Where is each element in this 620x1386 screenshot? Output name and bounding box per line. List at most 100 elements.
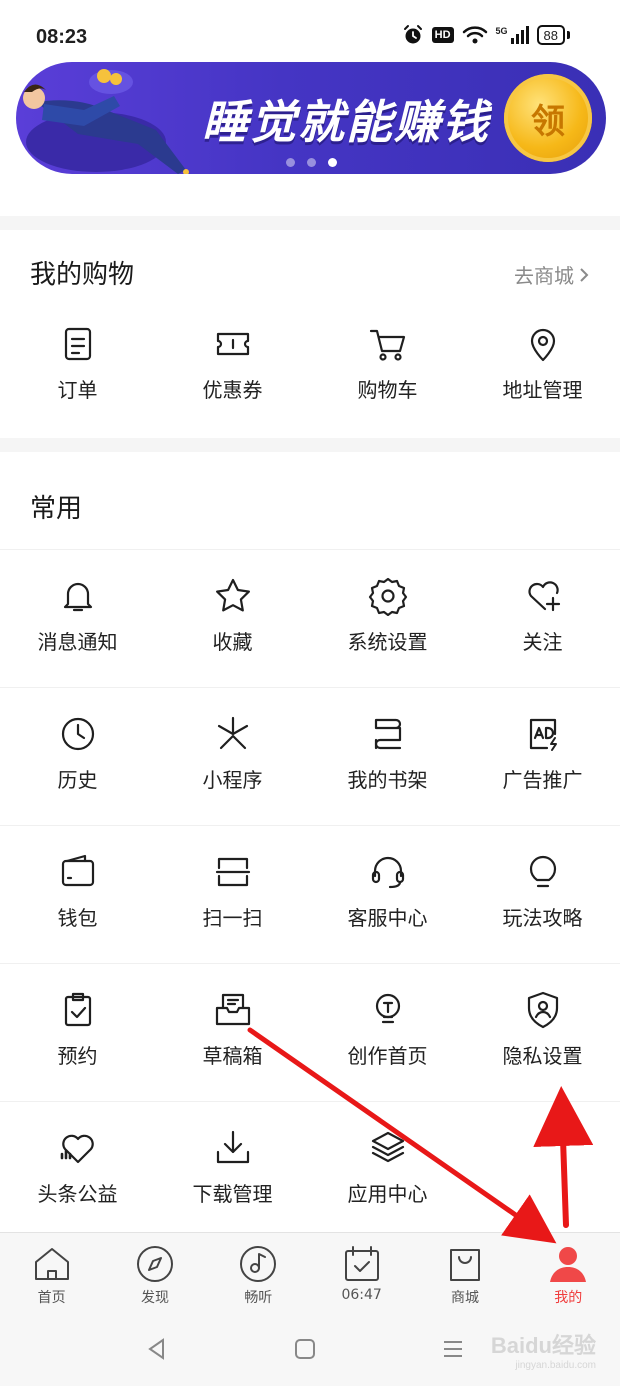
status-icons: HD 5G 88 bbox=[402, 24, 570, 46]
layers-icon bbox=[371, 1131, 404, 1163]
wallet-icon bbox=[61, 854, 94, 887]
tab-discover[interactable]: 发现 bbox=[103, 1233, 206, 1316]
order-icon bbox=[64, 327, 91, 361]
nav-home-button[interactable] bbox=[290, 1334, 320, 1364]
common-item-label: 小程序 bbox=[202, 768, 263, 792]
clipboard-check-icon bbox=[64, 992, 91, 1027]
shop-item-cart[interactable]: 购物车 bbox=[310, 300, 465, 420]
headset-icon bbox=[371, 856, 404, 889]
common-grid: 消息通知 收藏 系统设置 关注 历史 小程序 我的书架 广告推广 钱包 扫一扫 … bbox=[0, 550, 620, 1240]
chevron-right-icon bbox=[580, 267, 589, 282]
gear-icon bbox=[368, 577, 407, 616]
common-item-label: 广告推广 bbox=[502, 768, 583, 792]
common-item-label: 创作首页 bbox=[347, 1044, 428, 1068]
common-item-label: 客服中心 bbox=[347, 906, 428, 930]
common-item-label: 头条公益 bbox=[37, 1182, 118, 1206]
tab-home[interactable]: 首页 bbox=[0, 1233, 103, 1316]
claim-coin-button[interactable]: 领 bbox=[504, 74, 592, 162]
common-item-notifications[interactable]: 消息通知 bbox=[0, 550, 155, 688]
watermark-text: Baidu经验 bbox=[490, 1333, 596, 1358]
scan-icon bbox=[215, 857, 250, 887]
common-item-follow[interactable]: 关注 bbox=[465, 550, 620, 688]
common-item-privacy[interactable]: 隐私设置 bbox=[465, 964, 620, 1102]
alarm-icon bbox=[402, 24, 424, 46]
tab-label: 发现 bbox=[140, 1290, 169, 1306]
common-item-label: 系统设置 bbox=[347, 630, 428, 654]
tab-listen[interactable]: 畅听 bbox=[207, 1233, 310, 1316]
common-item-reservation[interactable]: 预约 bbox=[0, 964, 155, 1102]
draft-box-icon bbox=[215, 993, 250, 1026]
banner-dot-active bbox=[328, 158, 337, 167]
common-item-label: 我的书架 bbox=[347, 768, 428, 792]
shopping-bag-icon bbox=[449, 1249, 480, 1281]
common-item-charity[interactable]: 头条公益 bbox=[0, 1102, 155, 1240]
common-item-label: 消息通知 bbox=[37, 630, 118, 654]
common-item-favorites[interactable]: 收藏 bbox=[155, 550, 310, 688]
common-item-label: 下载管理 bbox=[192, 1182, 273, 1206]
common-item-drafts[interactable]: 草稿箱 bbox=[155, 964, 310, 1102]
star-icon bbox=[215, 578, 250, 612]
home-icon bbox=[34, 1248, 69, 1280]
common-item-mini-program[interactable]: 小程序 bbox=[155, 688, 310, 826]
bottom-tab-bar: 首页 发现 畅听 06:47 商城 我的 bbox=[0, 1232, 620, 1316]
shop-item-label: 购物车 bbox=[357, 378, 418, 402]
common-item-scan[interactable]: 扫一扫 bbox=[155, 826, 310, 964]
sleeping-person-illustration bbox=[23, 69, 189, 174]
banner-pagination bbox=[286, 158, 337, 167]
common-item-label: 隐私设置 bbox=[502, 1044, 583, 1068]
common-item-downloads[interactable]: 下载管理 bbox=[155, 1102, 310, 1240]
music-note-icon bbox=[240, 1246, 277, 1282]
back-triangle-icon bbox=[148, 1338, 164, 1360]
common-item-label: 关注 bbox=[522, 630, 563, 654]
shop-item-coupon[interactable]: 优惠券 bbox=[155, 300, 310, 420]
banner-title: 睡觉就能赚钱 bbox=[202, 95, 490, 149]
common-item-wallet[interactable]: 钱包 bbox=[0, 826, 155, 964]
shopping-section: 我的购物 去商城 订单 优惠券 购物车 地址管理 bbox=[0, 230, 620, 438]
common-item-label: 草稿箱 bbox=[202, 1044, 263, 1068]
common-item-settings[interactable]: 系统设置 bbox=[310, 550, 465, 688]
common-item-app-center[interactable]: 应用中心 bbox=[310, 1102, 465, 1240]
wifi-icon bbox=[462, 25, 488, 45]
hd-badge: HD bbox=[431, 27, 454, 43]
common-item-history[interactable]: 历史 bbox=[0, 688, 155, 826]
promo-banner[interactable]: 睡觉就能赚钱 领 bbox=[16, 62, 606, 174]
shopping-grid: 订单 优惠券 购物车 地址管理 bbox=[0, 300, 620, 420]
common-item-ad-promotion[interactable]: 广告推广 bbox=[465, 688, 620, 826]
common-item-guide[interactable]: 玩法攻略 bbox=[465, 826, 620, 964]
ad-icon bbox=[529, 718, 557, 751]
watermark-sub: jingyan.baidu.com bbox=[515, 1360, 596, 1371]
tab-mall[interactable]: 商城 bbox=[413, 1233, 516, 1316]
tab-label: 商城 bbox=[450, 1290, 479, 1306]
common-item-customer-service[interactable]: 客服中心 bbox=[310, 826, 465, 964]
lightbulb-icon bbox=[529, 855, 556, 888]
tab-daily[interactable]: 06:47 bbox=[310, 1233, 413, 1316]
nav-menu-button[interactable] bbox=[438, 1334, 468, 1364]
tab-me[interactable]: 我的 bbox=[517, 1233, 620, 1316]
clock-icon bbox=[61, 717, 94, 751]
common-section: 常用 消息通知 收藏 系统设置 关注 历史 小程序 我的书架 广告推广 钱包 扫… bbox=[0, 452, 620, 1232]
bell-icon bbox=[63, 582, 92, 612]
common-item-creator-home[interactable]: 创作首页 bbox=[310, 964, 465, 1102]
charity-heart-icon bbox=[60, 1134, 94, 1164]
battery-indicator: 88 bbox=[536, 25, 570, 45]
baidu-watermark: Baidu经验 jingyan.baidu.com bbox=[491, 1328, 596, 1371]
creator-bulb-icon bbox=[375, 993, 400, 1024]
calendar-check-icon bbox=[344, 1246, 379, 1281]
cart-icon bbox=[369, 329, 405, 361]
person-icon bbox=[550, 1247, 587, 1282]
shop-item-order[interactable]: 订单 bbox=[0, 300, 155, 420]
location-pin-icon bbox=[530, 328, 555, 362]
system-nav-bar: Baidu经验 jingyan.baidu.com bbox=[0, 1316, 620, 1386]
common-item-label: 扫一扫 bbox=[202, 906, 263, 930]
common-item-bookshelf[interactable]: 我的书架 bbox=[310, 688, 465, 826]
nav-back-button[interactable] bbox=[142, 1334, 172, 1364]
tab-label: 我的 bbox=[554, 1290, 583, 1306]
shop-item-address[interactable]: 地址管理 bbox=[465, 300, 620, 420]
download-icon bbox=[216, 1130, 249, 1164]
coupon-icon bbox=[216, 332, 249, 356]
goto-mall-link[interactable]: 去商城 bbox=[514, 260, 590, 289]
common-title: 常用 bbox=[30, 494, 83, 524]
compass-icon bbox=[136, 1246, 173, 1282]
mini-program-icon bbox=[217, 716, 248, 750]
banner-dot bbox=[286, 158, 295, 167]
